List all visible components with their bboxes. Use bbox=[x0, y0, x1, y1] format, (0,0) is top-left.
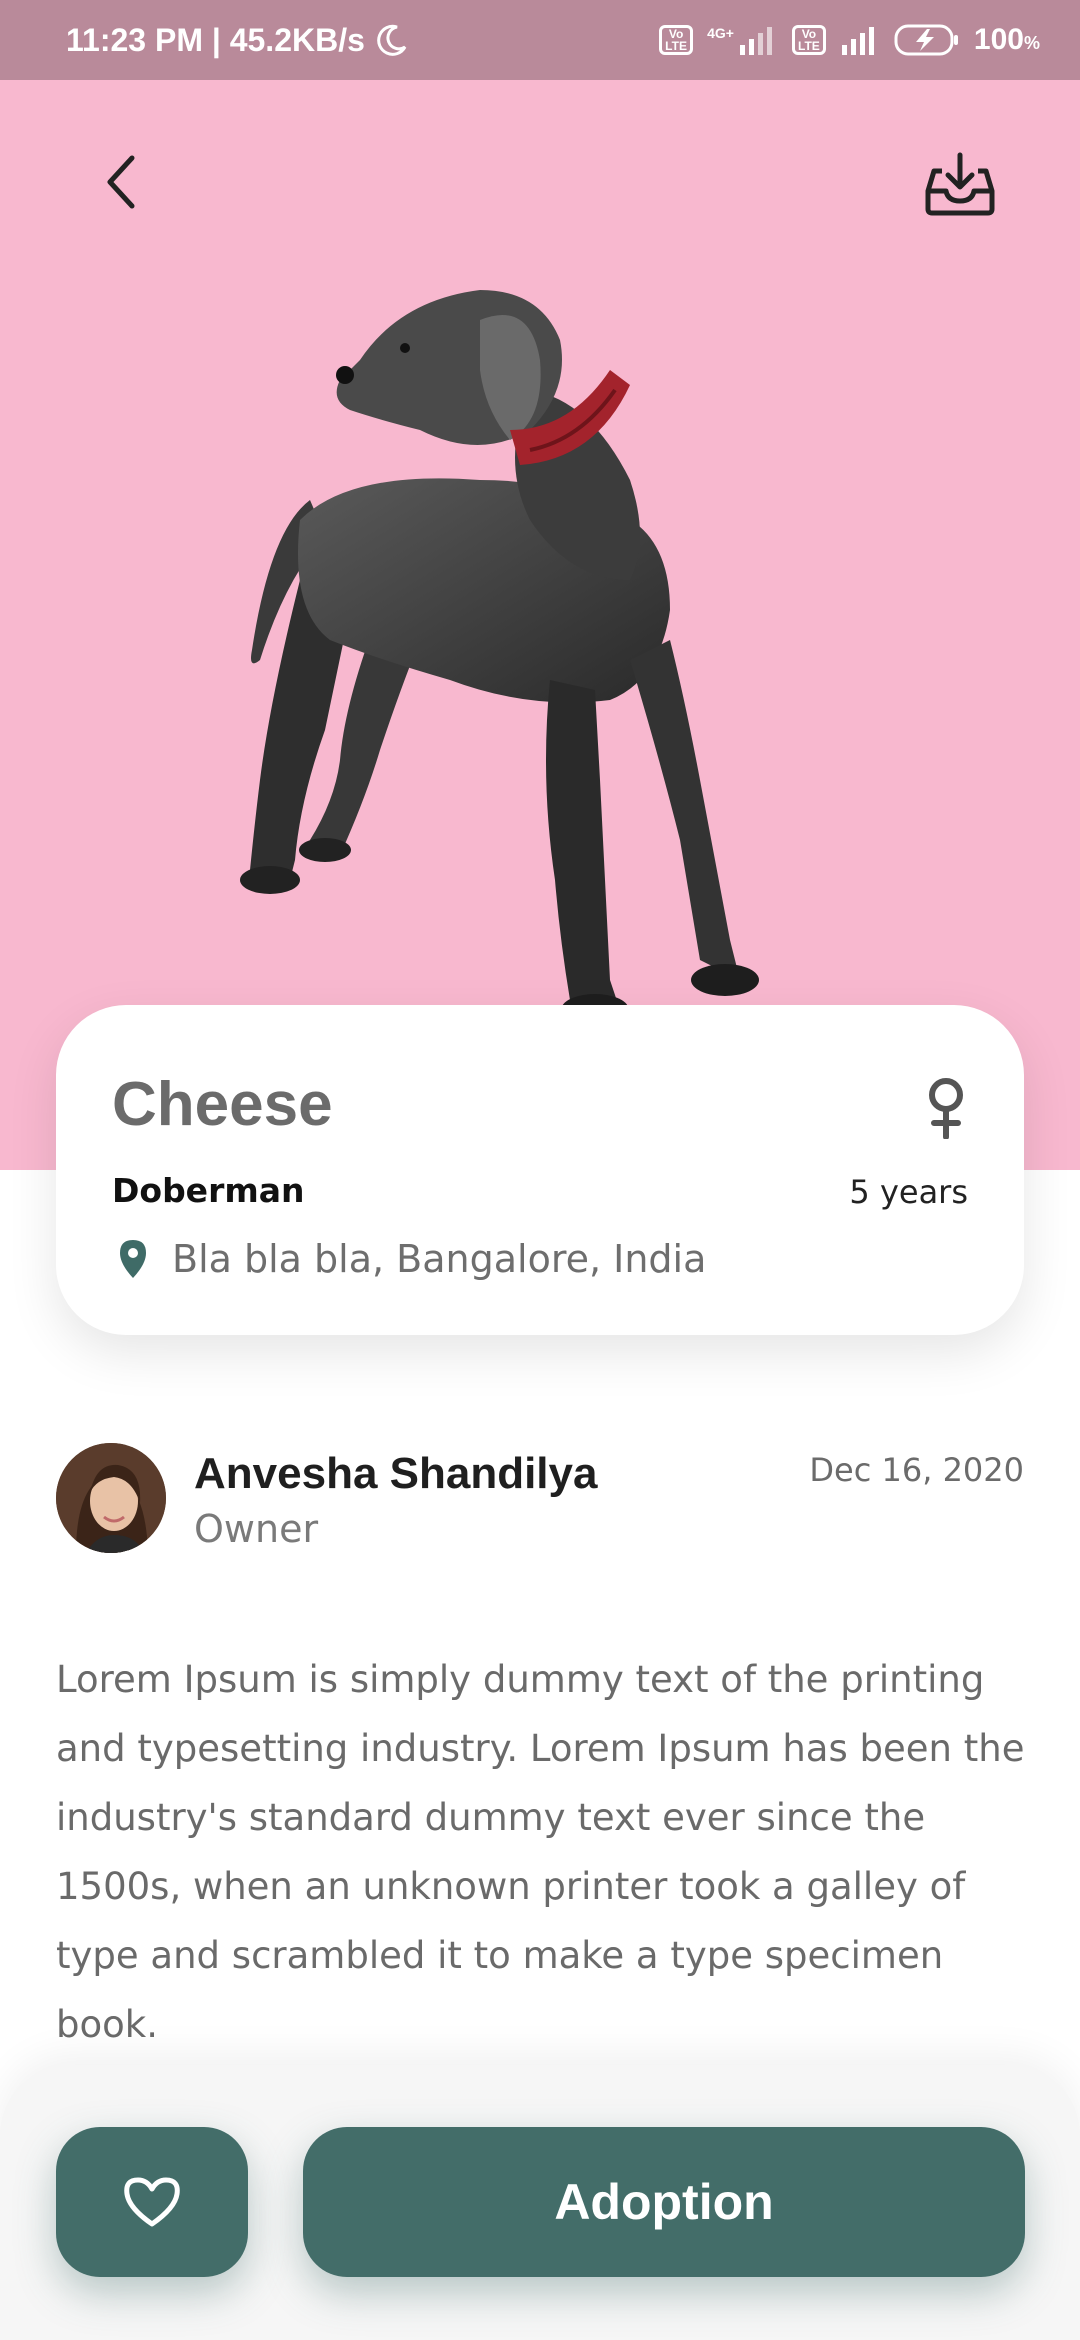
pet-breed: Doberman bbox=[112, 1171, 305, 1210]
dog-image bbox=[240, 290, 759, 1026]
status-left: 11:23 PM | 45.2KB/s bbox=[66, 22, 409, 59]
owner-name: Anvesha Shandilya bbox=[194, 1449, 598, 1498]
signal-icon bbox=[739, 27, 772, 55]
volte-badge-2: Vo LTE bbox=[791, 25, 826, 55]
female-icon bbox=[929, 1078, 963, 1139]
owner-role: Owner bbox=[194, 1507, 319, 1551]
favorite-button[interactable] bbox=[56, 2127, 248, 2277]
avatar-image bbox=[56, 1443, 166, 1553]
inbox-download-icon bbox=[925, 152, 995, 216]
back-button[interactable] bbox=[90, 150, 154, 214]
status-right: Vo LTE 4G+ Vo LTE 100% bbox=[659, 23, 1040, 57]
battery-charging-icon bbox=[894, 24, 958, 56]
map-pin-icon bbox=[120, 1240, 146, 1278]
location-text: Bla bla bla, Bangalore, India bbox=[172, 1237, 707, 1281]
pet-age: 5 years bbox=[849, 1173, 968, 1211]
owner-row: Anvesha Shandilya Owner Dec 16, 2020 bbox=[56, 1443, 1024, 1555]
status-time-network: 11:23 PM | 45.2KB/s bbox=[66, 21, 365, 58]
avatar[interactable] bbox=[56, 1443, 166, 1553]
chevron-left-icon bbox=[107, 155, 135, 209]
battery-value: 100 bbox=[973, 23, 1024, 56]
status-bar: 11:23 PM | 45.2KB/s Vo LTE 4G+ Vo LTE 10… bbox=[0, 0, 1080, 80]
volte-badge-1: Vo LTE bbox=[659, 25, 694, 55]
pet-description: Lorem Ipsum is simply dummy text of the … bbox=[56, 1658, 1025, 2046]
network-type: 4G+ bbox=[707, 25, 734, 41]
heart-icon bbox=[124, 2177, 180, 2227]
battery-percent: 100% bbox=[974, 23, 1040, 57]
download-button[interactable] bbox=[920, 148, 1000, 220]
pet-info-card: Cheese Doberman 5 years Bla bla bla, Ban… bbox=[56, 1005, 1024, 1335]
pet-name: Cheese bbox=[112, 1070, 333, 1139]
bottom-action-bar: Adoption bbox=[0, 2065, 1080, 2340]
adoption-button[interactable]: Adoption bbox=[303, 2127, 1025, 2277]
moon-icon bbox=[377, 24, 407, 56]
battery-unit: % bbox=[1023, 33, 1040, 53]
signal-group-1: 4G+ bbox=[707, 25, 778, 55]
signal-icon bbox=[841, 27, 874, 55]
post-date: Dec 16, 2020 bbox=[809, 1451, 1024, 1489]
location-row: Bla bla bla, Bangalore, India bbox=[118, 1237, 706, 1281]
